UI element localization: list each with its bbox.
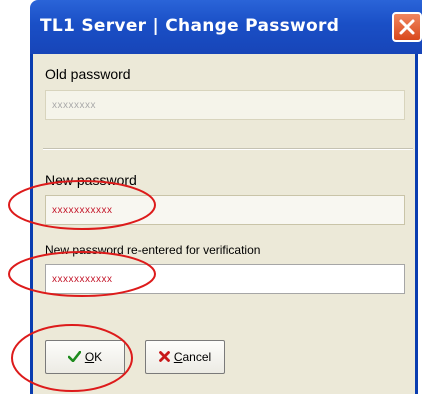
close-icon [399,19,415,35]
separator [43,148,413,150]
new-password-field[interactable] [45,195,405,225]
ok-button[interactable]: OK [45,340,125,374]
close-button[interactable] [392,12,422,42]
confirm-password-label: New password re-entered for verification [45,243,261,257]
old-password-field [45,90,405,120]
x-icon [158,350,170,364]
confirm-password-field[interactable] [45,264,405,294]
old-password-label: Old password [45,66,131,82]
ok-label: K [94,350,103,364]
change-password-dialog: TL1 Server | Change Password Old passwor… [0,0,422,394]
cancel-mnemonic: C [173,350,183,364]
title-bar[interactable]: TL1 Server | Change Password [30,0,422,54]
ok-mnemonic: O [84,350,95,364]
dialog-body: Old password New password New password r… [30,54,418,394]
window-title: TL1 Server | Change Password [40,16,340,36]
checkmark-icon [67,350,82,364]
cancel-button[interactable]: Cancel [145,340,225,374]
new-password-label: New password [45,172,137,188]
cancel-label: ancel [182,350,212,364]
